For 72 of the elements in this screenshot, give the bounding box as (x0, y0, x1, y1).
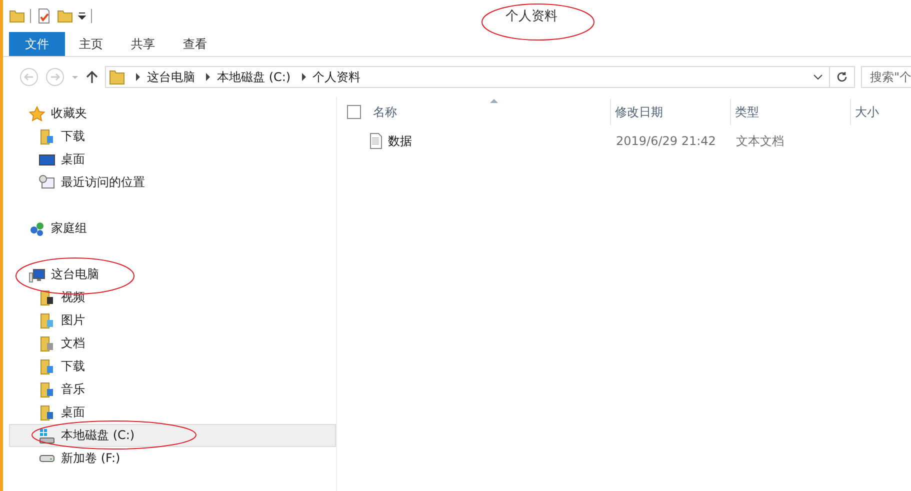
folder-icon (39, 404, 55, 420)
folder-icon[interactable] (9, 8, 25, 24)
window-title: 个人资料 (504, 8, 558, 25)
column-header[interactable]: 名称 (369, 99, 611, 125)
nav-item[interactable]: 本地磁盘 (C:) (9, 424, 336, 447)
folder-icon (109, 69, 125, 85)
properties-icon[interactable] (36, 8, 52, 24)
nav-item[interactable]: 最近访问的位置 (9, 171, 336, 194)
nav-item[interactable]: 音乐 (9, 378, 336, 401)
drive-icon (39, 455, 55, 462)
nav-label: 图片 (61, 312, 85, 329)
homegroup-icon (29, 220, 45, 236)
select-all-checkbox[interactable] (347, 105, 361, 119)
folder-icon (39, 336, 55, 352)
file-type: 文本文档 (735, 132, 785, 150)
ribbon-tab[interactable]: 查看 (169, 32, 221, 56)
nav-label: 最近访问的位置 (61, 174, 145, 191)
column-header[interactable]: 类型 (731, 99, 851, 125)
breadcrumb[interactable]: 本地磁盘 (C:) (217, 68, 291, 86)
nav-label: 下载 (61, 128, 85, 145)
nav-item[interactable]: 家庭组 (9, 217, 336, 240)
breadcrumb[interactable]: 这台电脑 (147, 68, 195, 86)
nav-item[interactable]: 桌面 (9, 401, 336, 424)
nav-label: 下载 (61, 358, 85, 375)
folder-icon (39, 358, 55, 374)
up-arrow-icon[interactable] (85, 70, 99, 84)
nav-label: 桌面 (61, 151, 85, 168)
dropdown-icon[interactable] (813, 72, 823, 82)
column-header[interactable]: 修改日期 (611, 99, 731, 125)
column-header[interactable]: 大小 (851, 99, 911, 125)
nav-label: 桌面 (61, 404, 85, 421)
nav-label: 文档 (61, 335, 85, 352)
dropdown-icon[interactable] (78, 12, 86, 20)
file-row[interactable]: 数据 2019/6/29 21:42 文本文档 (337, 125, 911, 157)
nav-item[interactable]: 桌面 (9, 148, 336, 171)
nav-label: 新加卷 (F:) (61, 450, 120, 467)
search-field[interactable]: 搜索"个 (861, 66, 911, 88)
refresh-icon[interactable] (836, 71, 848, 83)
nav-label: 这台电脑 (51, 266, 99, 283)
nav-item[interactable]: 文档 (9, 332, 336, 355)
sort-ascending-icon (490, 99, 498, 103)
folder-icon (39, 312, 55, 328)
nav-item[interactable]: 下载 (9, 125, 336, 148)
chevron-icon[interactable] (300, 73, 307, 81)
nav-item[interactable]: 这台电脑 (9, 263, 336, 286)
ribbon-tab[interactable]: 共享 (117, 32, 169, 56)
drive-icon (39, 428, 55, 444)
folder-icon (39, 128, 55, 144)
modified-date: 2019/6/29 21:42 (615, 133, 717, 150)
breadcrumb[interactable]: 个人资料 (312, 68, 361, 86)
file-name: 数据 (388, 132, 412, 150)
ribbon-tab[interactable]: 主页 (65, 32, 117, 56)
text-file-icon (368, 133, 384, 149)
nav-item[interactable]: 图片 (9, 309, 336, 332)
nav-label: 本地磁盘 (C:) (61, 427, 135, 444)
computer-icon (29, 266, 45, 282)
nav-item[interactable]: 新加卷 (F:) (9, 447, 336, 470)
monitor-icon (39, 152, 55, 168)
nav-item[interactable]: 下载 (9, 355, 336, 378)
new-folder-icon[interactable] (57, 8, 73, 24)
nav-label: 收藏夹 (51, 105, 87, 122)
nav-label: 家庭组 (51, 220, 87, 237)
chevron-icon[interactable] (205, 73, 211, 81)
nav-item[interactable]: 收藏夹 (9, 102, 336, 125)
recent-places-icon (39, 174, 55, 190)
folder-icon (39, 382, 55, 398)
address-field[interactable]: 这台电脑 本地磁盘 (C:) 个人资料 (105, 66, 855, 88)
star-icon (29, 106, 45, 122)
folder-icon (39, 290, 55, 306)
ribbon-tab[interactable]: 文件 (9, 32, 65, 56)
chevron-icon[interactable] (135, 73, 141, 81)
nav-label: 音乐 (61, 381, 85, 398)
